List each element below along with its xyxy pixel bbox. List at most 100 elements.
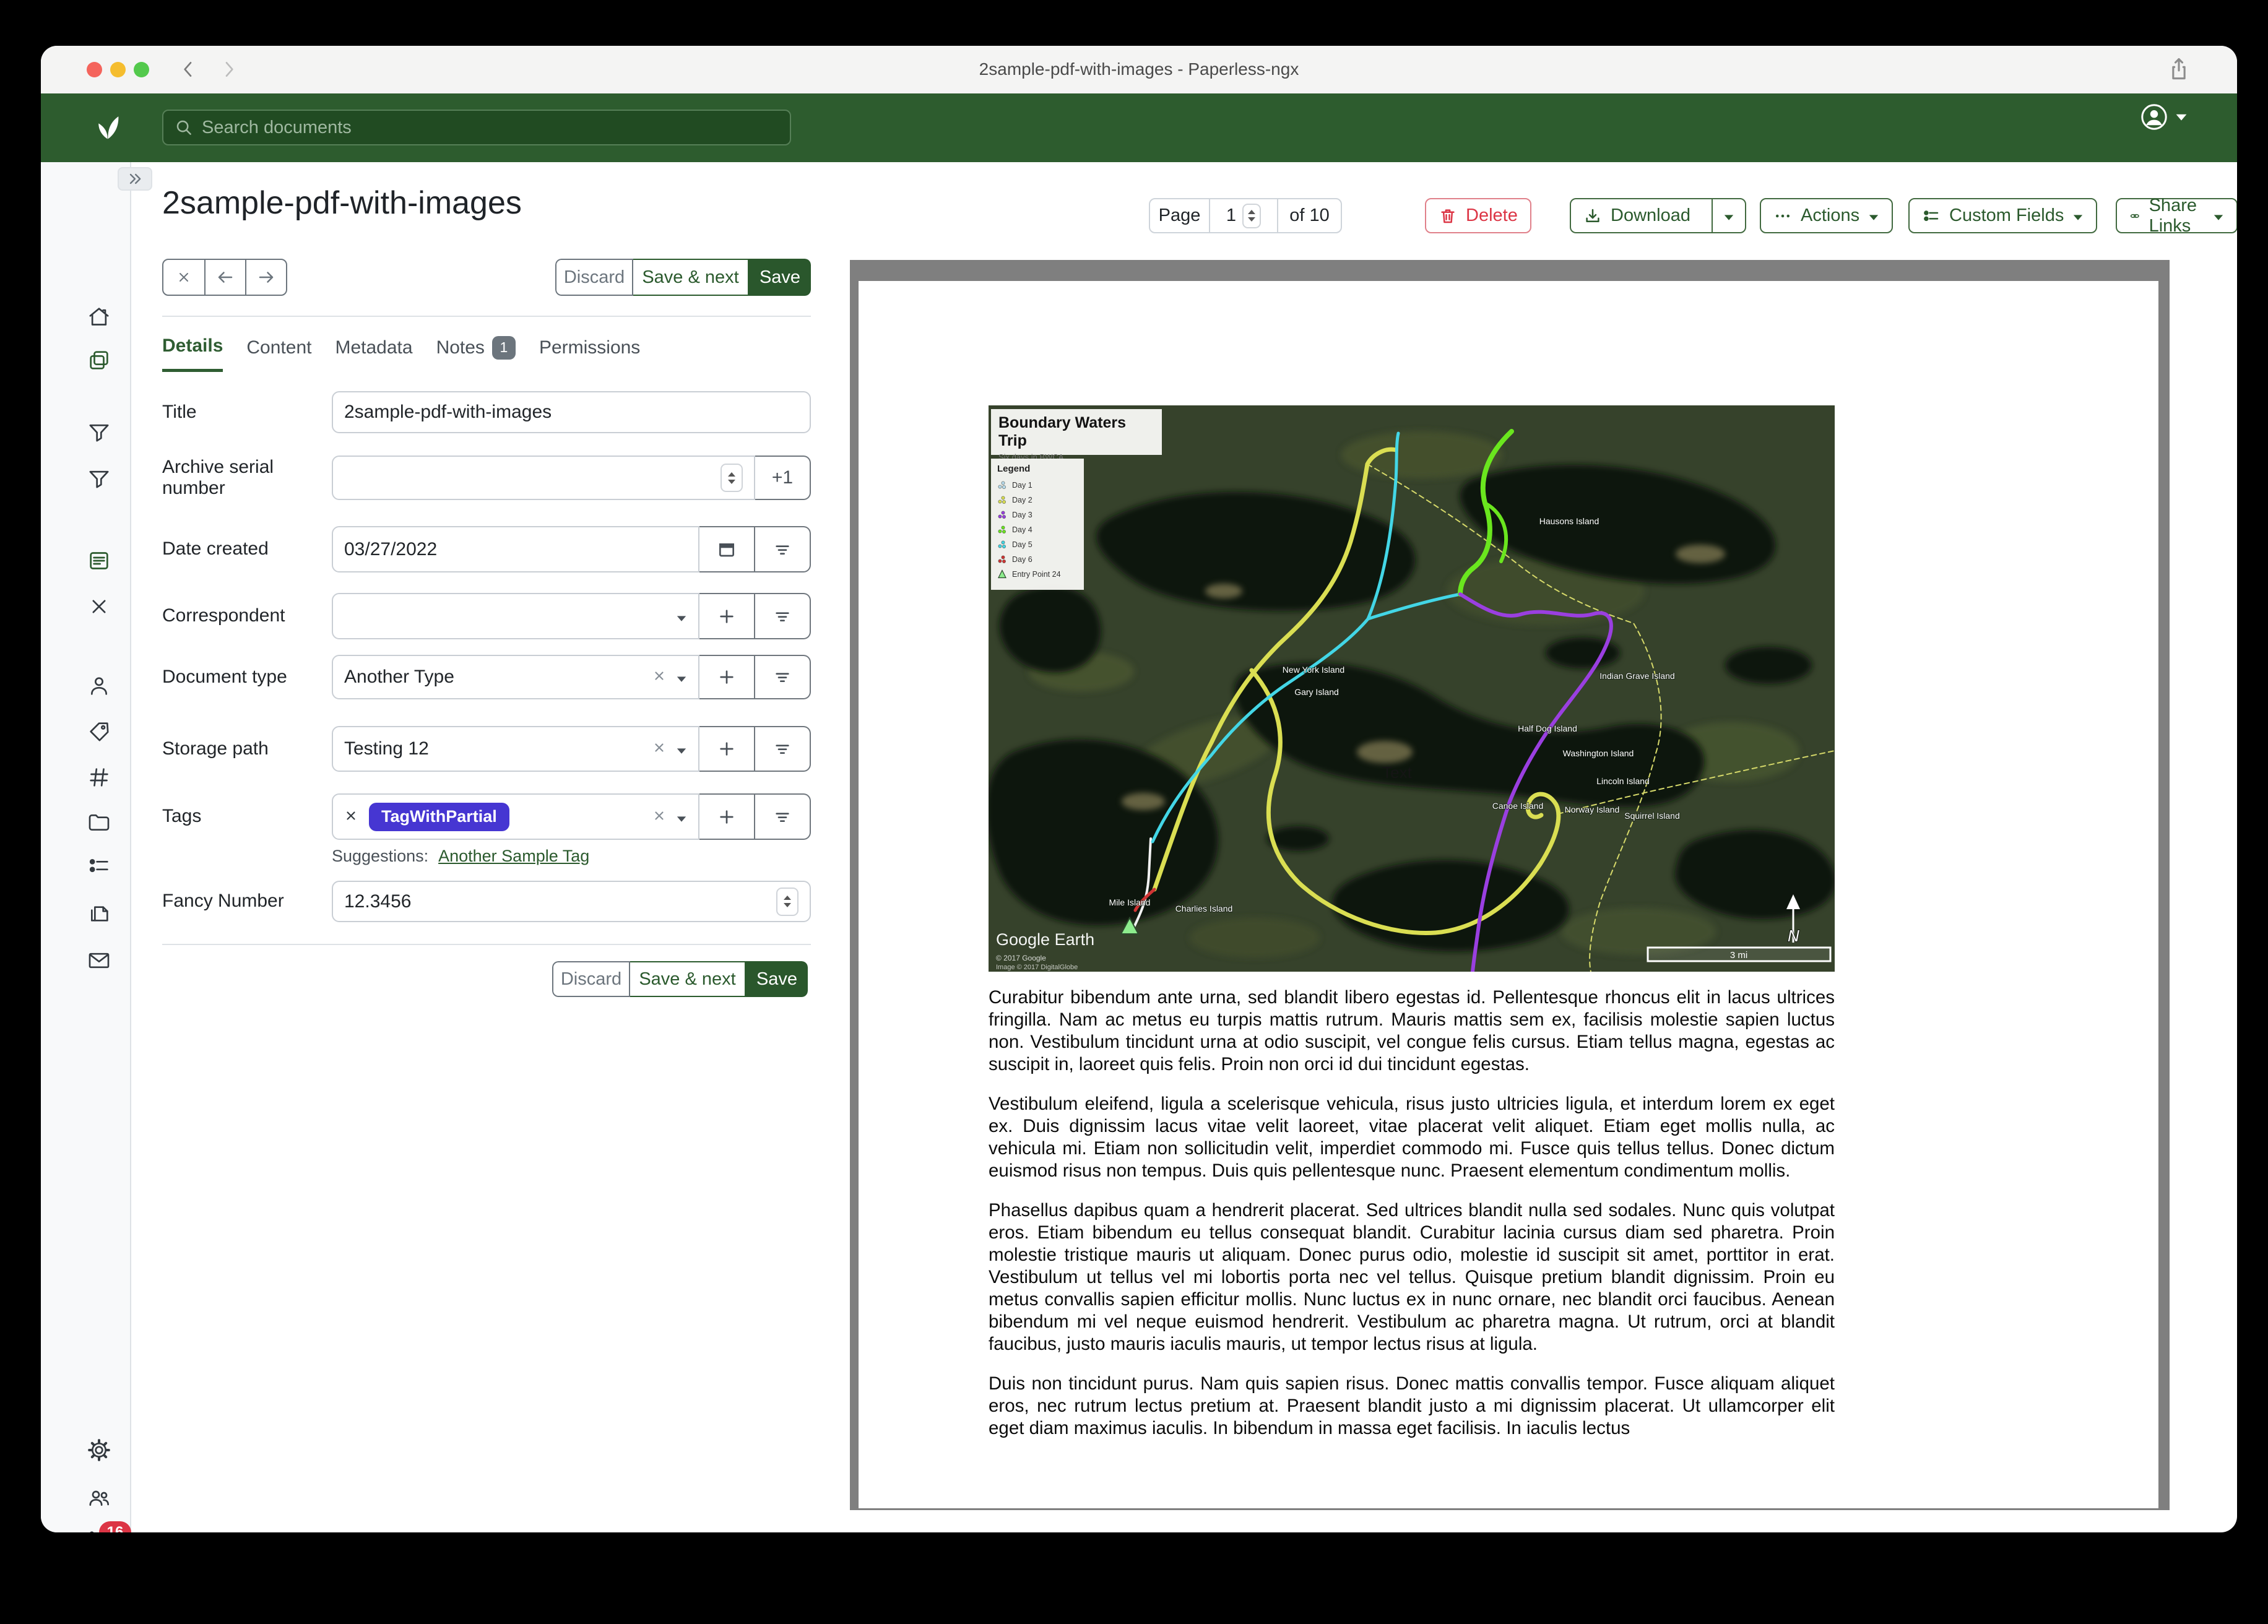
sidebar-item-custom-fields[interactable] (85, 852, 113, 879)
date-filter-button[interactable] (755, 526, 811, 572)
correspondent-filter-button[interactable] (755, 593, 811, 639)
storage-path-filter-button[interactable] (755, 726, 811, 772)
chevron-down-icon (676, 606, 687, 627)
correspondent-select[interactable] (332, 593, 699, 639)
close-window-button[interactable] (87, 62, 102, 77)
user-menu[interactable] (2139, 102, 2188, 132)
tag-chip[interactable]: TagWithPartial (369, 803, 509, 831)
clear-icon[interactable] (652, 806, 666, 827)
chevron-down-icon (676, 806, 687, 827)
sidebar-item-correspondents[interactable] (85, 672, 113, 699)
tab-content[interactable]: Content (246, 335, 311, 372)
sidebar-item-document-types[interactable] (85, 764, 113, 791)
map-title: Boundary Waters Trip (998, 414, 1154, 450)
sidebar-item-dashboard[interactable] (85, 303, 113, 330)
date-created-input[interactable]: 03/27/2022 (332, 526, 699, 572)
search-input[interactable]: Search documents (162, 110, 791, 145)
share-links-button[interactable]: Share Links (2116, 198, 2237, 233)
chevron-down-icon (1868, 205, 1879, 226)
asn-input[interactable] (332, 456, 755, 500)
sidebar-item-open-document[interactable] (85, 547, 113, 574)
suggested-tag-link[interactable]: Another Sample Tag (438, 847, 589, 866)
minimize-window-button[interactable] (110, 62, 126, 77)
sidebar-item-settings[interactable] (85, 1436, 113, 1464)
map-image: New York IslandGary IslandHausons Island… (989, 405, 1835, 972)
calendar-button[interactable] (699, 526, 755, 572)
app-header: Search documents (41, 93, 2237, 162)
clear-icon[interactable] (652, 738, 666, 759)
pdf-preview-frame[interactable]: New York IslandGary IslandHausons Island… (850, 260, 2170, 1510)
asn-stepper[interactable] (721, 464, 743, 492)
map-label: Gary Island (1294, 687, 1339, 697)
custom-fields-button[interactable]: Custom Fields (1908, 198, 2097, 233)
sidebar-item-documents[interactable] (85, 347, 113, 374)
legend-item: Day 3 (997, 508, 1078, 522)
trash-icon (1439, 207, 1457, 225)
share-icon[interactable] (2165, 56, 2192, 86)
filter-icon (773, 667, 792, 687)
save-button[interactable]: Save (749, 259, 811, 296)
save-button[interactable]: Save (746, 961, 808, 997)
save-and-next-button[interactable]: Save & next (633, 259, 749, 296)
tab-bar: Details Content Metadata Notes 1 Permiss… (162, 335, 640, 372)
add-storage-path-button[interactable] (699, 726, 755, 772)
tab-notes[interactable]: Notes 1 (436, 335, 516, 372)
map-label: Indian Grave Island (1599, 671, 1674, 681)
map-title-box: Boundary Waters Trip Six days in BWCA (991, 409, 1162, 455)
add-tag-button[interactable] (699, 793, 755, 840)
add-document-type-button[interactable] (699, 655, 755, 699)
document-type-select[interactable]: Another Type (332, 655, 699, 699)
save-and-next-button[interactable]: Save & next (630, 961, 746, 997)
save-actions-top: Discard Save & next Save (555, 259, 811, 296)
sidebar-item-workflows[interactable] (85, 902, 113, 929)
tab-permissions[interactable]: Permissions (539, 335, 640, 372)
sidebar-item-close-document[interactable] (85, 593, 113, 620)
actions-button[interactable]: Actions (1760, 198, 1893, 233)
close-document-button[interactable] (163, 260, 204, 295)
filter-icon (773, 607, 792, 626)
ellipsis-icon (1773, 207, 1792, 225)
fancy-number-stepper[interactable] (776, 888, 799, 916)
download-options-button[interactable] (1712, 199, 1745, 232)
browser-forward-icon[interactable] (219, 59, 239, 79)
search-placeholder: Search documents (202, 118, 352, 138)
next-document-button[interactable] (245, 260, 286, 295)
tab-metadata[interactable]: Metadata (335, 335, 412, 372)
tags-select[interactable]: TagWithPartial (332, 793, 699, 840)
page-stepper[interactable] (1242, 204, 1261, 228)
field-row-correspondent: Correspondent (162, 593, 811, 639)
discard-button[interactable]: Discard (555, 259, 633, 296)
browser-back-icon[interactable] (178, 59, 198, 79)
previous-document-button[interactable] (204, 260, 245, 295)
sidebar-item-tags[interactable] (85, 718, 113, 745)
add-correspondent-button[interactable] (699, 593, 755, 639)
map-label: New York Island (1283, 665, 1344, 675)
clear-icon[interactable] (652, 667, 666, 688)
remove-tag-icon[interactable] (344, 806, 358, 827)
title-input[interactable]: 2sample-pdf-with-images (332, 391, 811, 433)
paperless-logo-leaf-icon[interactable] (92, 111, 124, 146)
asn-plus-one-button[interactable]: +1 (755, 456, 811, 500)
tags-filter-button[interactable] (755, 793, 811, 840)
storage-path-select[interactable]: Testing 12 (332, 726, 699, 772)
map-scale-bar: 3 mi (1648, 948, 1830, 961)
sidebar-item-storage-paths[interactable] (85, 809, 113, 836)
download-button[interactable]: Download (1571, 199, 1703, 232)
map-label: Text (1382, 763, 1412, 782)
page-number-input[interactable]: 1 (1209, 199, 1277, 232)
sidebar-expand-button[interactable] (118, 167, 152, 191)
map-label: Canoe Island (1492, 801, 1544, 811)
field-row-document-type: Document type Another Type (162, 655, 811, 699)
fancy-number-input[interactable]: 12.3456 (332, 881, 811, 922)
discard-button[interactable]: Discard (552, 961, 630, 997)
document-type-filter-button[interactable] (755, 655, 811, 699)
zoom-window-button[interactable] (134, 62, 149, 77)
sidebar-item-saved-view-2[interactable] (85, 465, 113, 492)
tab-details[interactable]: Details (162, 335, 223, 372)
sidebar-item-mail[interactable] (85, 947, 113, 974)
delete-button[interactable]: Delete (1425, 198, 1531, 233)
sidebar-item-saved-view-1[interactable] (85, 418, 113, 446)
route-dots-icon (997, 540, 1007, 550)
svg-text:© 2017 Google: © 2017 Google (996, 954, 1046, 962)
sidebar-item-users-groups[interactable] (85, 1484, 113, 1511)
